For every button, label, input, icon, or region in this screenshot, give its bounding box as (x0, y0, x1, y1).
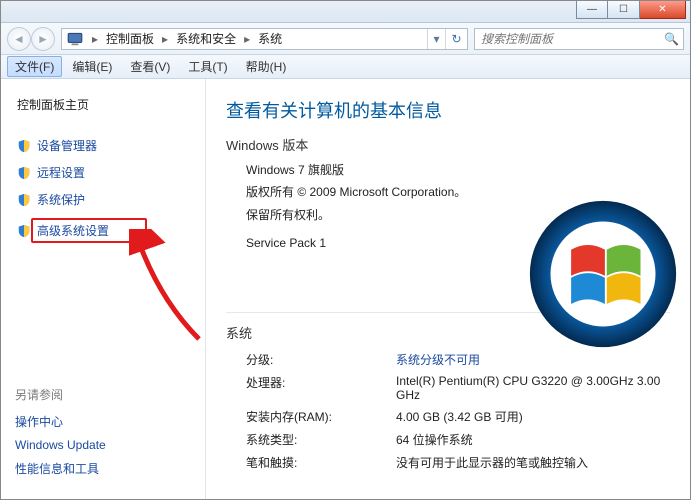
spec-value: 没有可用于此显示器的笔或触控输入 (396, 454, 670, 471)
refresh-button[interactable]: ↻ (445, 29, 467, 49)
spec-row-system-type: 系统类型: 64 位操作系统 (246, 428, 670, 451)
shield-icon (17, 166, 31, 180)
crumb-control-panel[interactable]: 控制面板 (102, 30, 158, 47)
minimize-button[interactable]: — (576, 1, 608, 19)
search-box[interactable]: 🔍 (474, 28, 684, 50)
menu-file[interactable]: 文件(F) (7, 56, 62, 77)
sidebar-item-device-manager[interactable]: 设备管理器 (15, 132, 191, 159)
spec-label: 安装内存(RAM): (246, 408, 396, 425)
sidebar-item-label: 设备管理器 (37, 137, 97, 154)
seealso-performance-info[interactable]: 性能信息和工具 (15, 456, 191, 481)
shield-icon (17, 193, 31, 207)
windows-logo-icon (528, 199, 678, 349)
sidebar-item-system-protection[interactable]: 系统保护 (15, 186, 191, 213)
edition-name: Windows 7 旗舰版 (246, 160, 670, 180)
annotation-highlight-box: 高级系统设置 (31, 218, 147, 243)
system-spec-table: 分级: 系统分级不可用 处理器: Intel(R) Pentium(R) CPU… (226, 348, 670, 474)
search-input[interactable] (479, 31, 664, 47)
crumb-system-security[interactable]: 系统和安全 (172, 30, 240, 47)
breadcrumb-bar[interactable]: ▸ 控制面板 ▸ 系统和安全 ▸ 系统 ▾ ↻ (61, 28, 468, 50)
spec-value-rating[interactable]: 系统分级不可用 (396, 351, 670, 368)
menu-edit[interactable]: 编辑(E) (64, 56, 120, 77)
computer-icon (66, 30, 84, 48)
spec-label: 系统类型: (246, 431, 396, 448)
spec-value: Intel(R) Pentium(R) CPU G3220 @ 3.00GHz … (396, 374, 670, 402)
spec-row-ram: 安装内存(RAM): 4.00 GB (3.42 GB 可用) (246, 405, 670, 428)
nav-forward-button[interactable]: ► (31, 27, 55, 51)
menu-help[interactable]: 帮助(H) (238, 56, 295, 77)
spec-row-pen-touch: 笔和触摸: 没有可用于此显示器的笔或触控输入 (246, 451, 670, 474)
menu-view[interactable]: 查看(V) (122, 56, 178, 77)
shield-icon (17, 224, 31, 238)
spec-value: 64 位操作系统 (396, 431, 670, 448)
maximize-button[interactable]: ☐ (608, 1, 640, 19)
nav-back-button[interactable]: ◄ (7, 27, 31, 51)
sidebar-item-label: 高级系统设置 (37, 224, 109, 238)
seealso-action-center[interactable]: 操作中心 (15, 409, 191, 434)
spec-label: 笔和触摸: (246, 454, 396, 471)
nav-row: ◄ ► ▸ 控制面板 ▸ 系统和安全 ▸ 系统 ▾ ↻ 🔍 (1, 23, 690, 55)
shield-icon (17, 139, 31, 153)
sidebar-item-label: 远程设置 (37, 164, 85, 181)
search-icon: 🔍 (664, 32, 679, 46)
spec-label: 分级: (246, 351, 396, 368)
crumb-system[interactable]: 系统 (254, 30, 286, 47)
menu-bar: 文件(F) 编辑(E) 查看(V) 工具(T) 帮助(H) (1, 55, 690, 79)
see-also-section: 另请参阅 操作中心 Windows Update 性能信息和工具 (1, 374, 205, 499)
close-button[interactable]: ✕ (640, 1, 686, 19)
sidebar-item-remote-settings[interactable]: 远程设置 (15, 159, 191, 186)
spec-value: 4.00 GB (3.42 GB 可用) (396, 408, 670, 425)
spec-row-rating: 分级: 系统分级不可用 (246, 348, 670, 371)
window-controls: — ☐ ✕ (576, 1, 686, 19)
sidebar-item-label: 系统保护 (37, 191, 85, 208)
see-also-title: 另请参阅 (15, 386, 191, 403)
breadcrumb-dropdown-icon[interactable]: ▾ (427, 29, 445, 49)
menu-tools[interactable]: 工具(T) (180, 56, 235, 77)
main-panel: 查看有关计算机的基本信息 Windows 版本 Windows 7 旗舰版 版权… (206, 79, 690, 499)
section-windows-edition: Windows 版本 (226, 135, 670, 154)
sidebar-item-advanced-system-settings[interactable]: 高级系统设置 (15, 213, 191, 248)
crumb-sep-icon: ▸ (88, 32, 102, 46)
side-panel: 控制面板主页 设备管理器 远程设置 系统保护 (1, 79, 206, 499)
seealso-windows-update[interactable]: Windows Update (15, 434, 191, 456)
sidebar-home[interactable]: 控制面板主页 (15, 91, 191, 118)
spec-label: 处理器: (246, 374, 396, 402)
spec-row-processor: 处理器: Intel(R) Pentium(R) CPU G3220 @ 3.0… (246, 371, 670, 405)
window-titlebar: — ☐ ✕ (1, 1, 690, 23)
crumb-sep-icon: ▸ (240, 32, 254, 46)
page-title: 查看有关计算机的基本信息 (226, 97, 670, 123)
crumb-sep-icon: ▸ (158, 32, 172, 46)
